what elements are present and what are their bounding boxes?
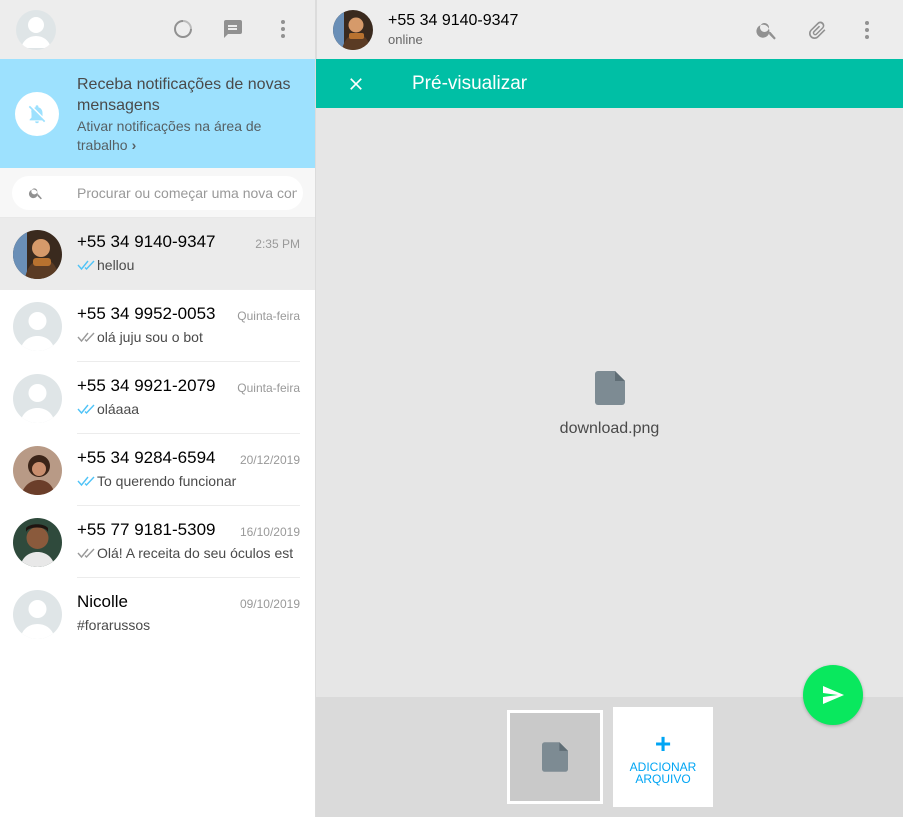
attach-icon[interactable] — [805, 18, 829, 42]
search-icon — [28, 188, 42, 200]
add-file-label: ADICIONAR ARQUIVO — [629, 760, 697, 786]
chevron-right-icon: › — [131, 137, 137, 153]
avatar — [13, 445, 62, 495]
preview-title: Pré-visualizar — [412, 72, 528, 94]
bell-off-icon — [15, 92, 59, 136]
search-bar — [0, 168, 315, 218]
chat-item[interactable]: Nicolle 09/10/2019 #forarussos — [0, 578, 315, 650]
double-check-icon — [77, 548, 95, 559]
avatar — [13, 301, 62, 351]
add-file-button[interactable]: + ADICIONAR ARQUIVO — [613, 707, 713, 807]
chat-name: +55 34 9952-0053 — [77, 304, 216, 323]
send-button[interactable] — [803, 665, 863, 725]
search-box[interactable] — [12, 176, 303, 210]
chat-time: 09/10/2019 — [239, 597, 300, 611]
file-name: download.png — [559, 420, 660, 437]
chat-item[interactable]: +55 34 9284-6594 20/12/2019 To querendo … — [0, 434, 315, 506]
search-input[interactable] — [77, 185, 297, 201]
double-check-icon — [77, 332, 95, 343]
plus-icon: + — [654, 728, 672, 759]
chat-time: Quinta-feira — [237, 381, 300, 395]
chat-list: +55 34 9140-9347 2:35 PM hellou +55 34 9… — [0, 218, 315, 650]
notification-title: Receba notificações de novas mensagens — [77, 76, 291, 114]
chat-name: +55 34 9921-2079 — [77, 376, 216, 395]
send-icon — [823, 686, 844, 704]
whatsapp-web-app: Receba notificações de novas mensagens A… — [0, 0, 903, 817]
chat-item[interactable]: +55 34 9921-2079 Quinta-feira oláaaa — [0, 362, 315, 434]
avatar — [13, 517, 62, 567]
conversation-pane: +55 34 9140-9347 online Pré-visualizar d… — [316, 0, 903, 817]
double-check-icon — [77, 476, 95, 487]
new-chat-icon[interactable] — [221, 17, 245, 41]
chat-item[interactable]: +55 77 9181-5309 16/10/2019 Olá! A recei… — [0, 506, 315, 578]
file-preview-area: download.png — [316, 108, 903, 697]
avatar — [13, 229, 62, 279]
chat-preview: oláaaa — [97, 401, 140, 417]
search-icon[interactable] — [755, 18, 779, 42]
chat-name: +55 77 9181-5309 — [77, 520, 216, 539]
contact-status: online — [388, 31, 423, 47]
chat-time: 20/12/2019 — [239, 453, 300, 467]
chat-name: Nicolle — [77, 592, 129, 611]
file-preview: download.png — [316, 371, 903, 438]
chat-preview: olá juju sou o bot — [97, 329, 203, 345]
notification-banner[interactable]: Receba notificações de novas mensagens A… — [0, 59, 315, 168]
avatar — [13, 589, 62, 639]
attachment-thumbnail[interactable] — [507, 710, 603, 804]
contact-name: +55 34 9140-9347 — [388, 11, 519, 29]
double-check-icon — [77, 260, 95, 271]
chat-name: +55 34 9140-9347 — [77, 232, 216, 251]
file-icon — [594, 371, 625, 405]
left-header — [0, 0, 315, 59]
profile-avatar[interactable] — [16, 9, 56, 50]
avatar — [13, 373, 62, 423]
chat-time: 2:35 PM — [255, 237, 300, 251]
contact-info[interactable]: +55 34 9140-9347 online — [388, 11, 518, 49]
chat-time: 16/10/2019 — [239, 525, 300, 539]
chat-preview: To querendo funcionar — [97, 473, 237, 489]
chat-item[interactable]: +55 34 9952-0053 Quinta-feira olá juju s… — [0, 290, 315, 362]
chat-preview: Olá! A receita do seu óculos está pronta — [97, 545, 293, 561]
preview-header: Pré-visualizar — [316, 59, 903, 108]
notification-link[interactable]: Ativar notificações na área de trabalho › — [77, 117, 300, 155]
chat-time: Quinta-feira — [237, 309, 300, 323]
status-icon[interactable] — [171, 17, 195, 41]
contact-avatar[interactable] — [333, 9, 373, 50]
conversation-header: +55 34 9140-9347 online — [316, 0, 903, 59]
chat-list-pane: Receba notificações de novas mensagens A… — [0, 0, 316, 817]
chat-item[interactable]: +55 34 9140-9347 2:35 PM hellou — [0, 218, 315, 290]
chat-preview: hellou — [97, 257, 135, 273]
double-check-icon — [77, 404, 95, 415]
chat-preview: #forarussos — [77, 617, 151, 633]
menu-icon[interactable] — [271, 17, 295, 41]
notification-subtitle: Ativar notificações na área de trabalho — [77, 118, 262, 153]
close-icon[interactable] — [344, 72, 368, 96]
file-icon — [542, 742, 568, 772]
chat-name: +55 34 9284-6594 — [77, 448, 216, 467]
menu-icon[interactable] — [855, 18, 879, 42]
